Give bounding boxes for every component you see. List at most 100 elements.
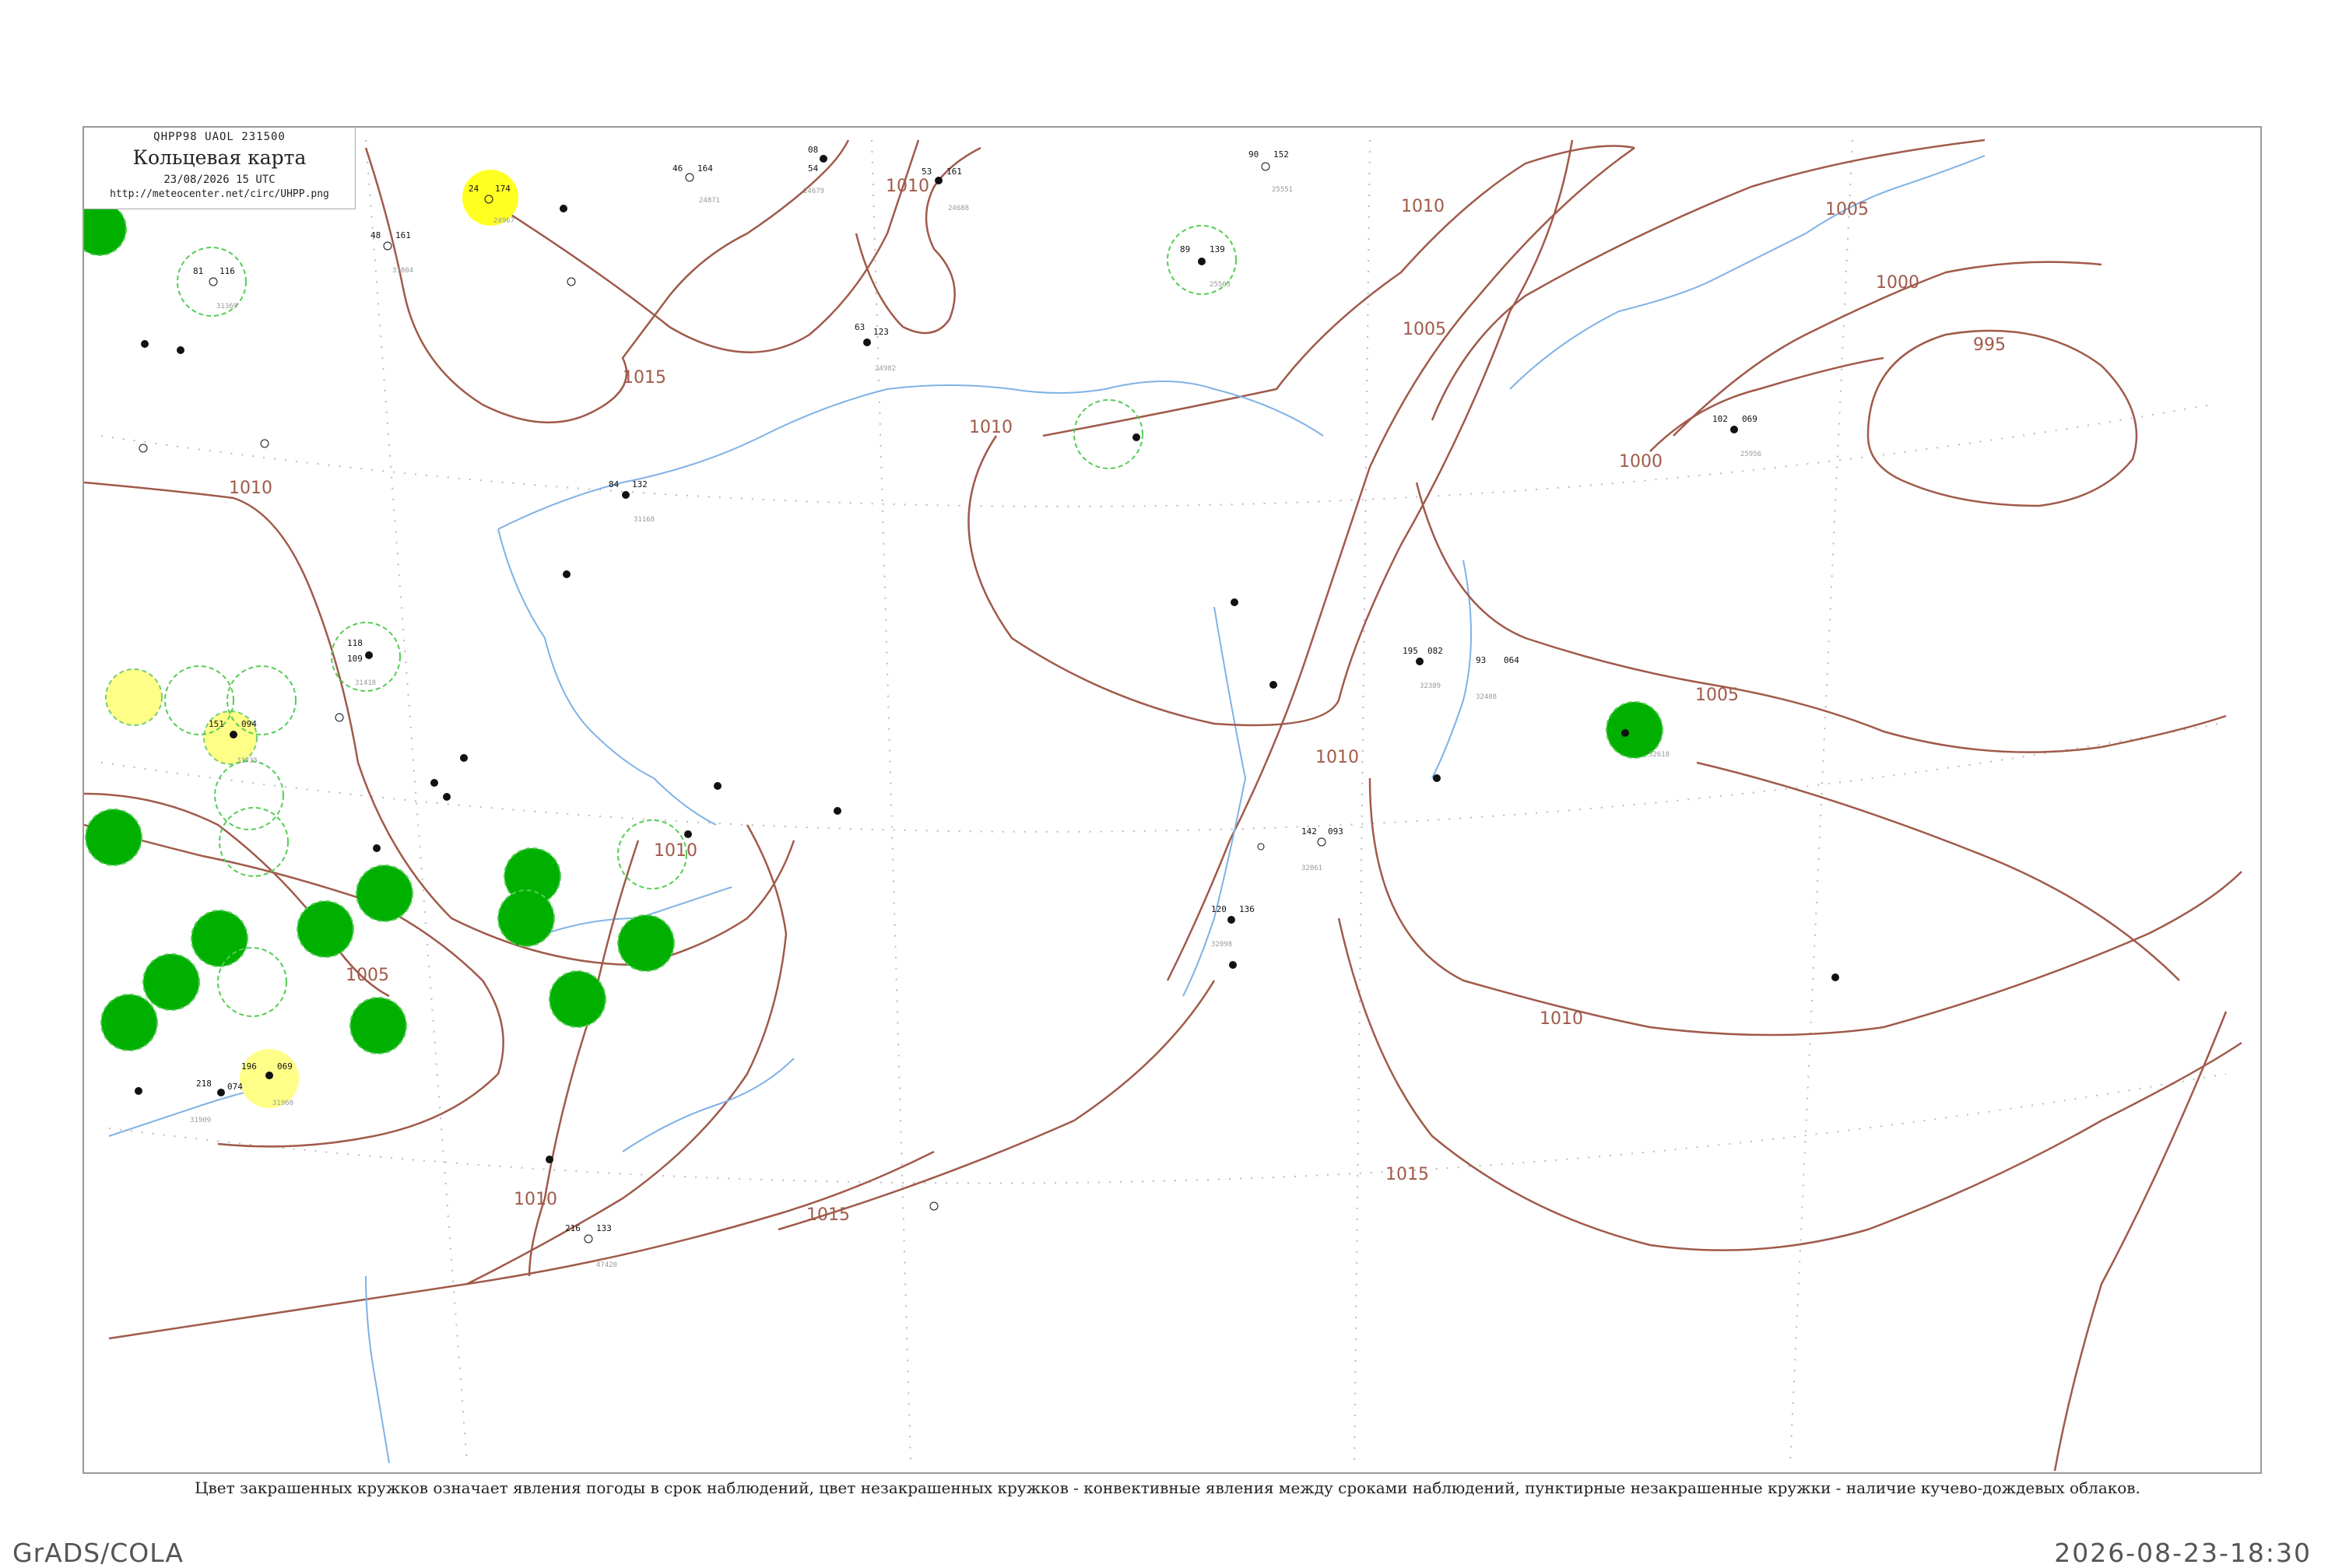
svg-text:31909: 31909: [190, 1117, 211, 1124]
isobar-label: 1005: [346, 966, 389, 985]
bulletin-code: QHPP98 UAOL 231500: [153, 131, 286, 143]
cb-ring: [219, 807, 289, 877]
svg-text:174: 174: [495, 184, 511, 194]
station-plot: 63 123 24982: [855, 322, 896, 373]
svg-text:109: 109: [347, 654, 363, 664]
svg-text:152: 152: [1273, 149, 1289, 160]
isobar-1015-north: [466, 139, 920, 353]
coastlines: [84, 139, 2228, 1472]
svg-text:31369: 31369: [216, 303, 237, 310]
isobar-1015-south: [1337, 917, 2242, 1251]
svg-text:81: 81: [193, 266, 203, 276]
cb-ring: [226, 665, 297, 735]
svg-text:89: 89: [1180, 244, 1190, 254]
svg-text:064: 064: [1504, 655, 1519, 665]
isobar-label: 1015: [806, 1205, 850, 1225]
svg-text:32408: 32408: [1476, 693, 1497, 701]
station-plot: 118 109 31418: [347, 638, 376, 687]
station-plot: 08 54 24679: [803, 145, 827, 195]
svg-text:24967: 24967: [493, 217, 514, 225]
svg-text:24: 24: [469, 184, 479, 194]
cb-ring: [214, 760, 284, 830]
isobar-labels: 1015 1010 1010 1010 1005 1005 1000 995 1…: [229, 177, 2006, 1225]
svg-text:31168: 31168: [634, 516, 655, 524]
river-2: [497, 528, 717, 826]
green-phenomenon-marker: [497, 889, 555, 947]
river-9: [622, 1058, 795, 1152]
isobar-label: 1010: [1401, 197, 1445, 216]
svg-text:196: 196: [241, 1061, 257, 1072]
isobar-995: [1866, 329, 2138, 507]
river-3: [1182, 606, 1247, 997]
green-phenomenon-marker: [617, 914, 675, 972]
svg-text:24871: 24871: [699, 197, 720, 205]
station-plot: 93 064 32408: [1476, 655, 1519, 701]
coast-okhotsk: [1042, 145, 1635, 437]
svg-text:133: 133: [596, 1223, 612, 1233]
station-plot: 218 074 31909: [190, 1079, 243, 1124]
isobar-label: 1010: [514, 1190, 557, 1209]
green-phenomenon-marker: [297, 900, 354, 958]
cb-ring: [217, 947, 287, 1017]
isobar-label: 1010: [1315, 748, 1359, 767]
svg-text:25956: 25956: [1740, 451, 1761, 458]
coast-pacific: [1696, 761, 2180, 981]
isobar-label: 1000: [1619, 452, 1663, 472]
green-phenomenon-marker: [356, 865, 413, 922]
isobar-label: 1010: [654, 841, 697, 861]
svg-text:25563: 25563: [1210, 281, 1231, 289]
software-credit: GrADS/COLA: [12, 1538, 184, 1568]
river-main: [497, 381, 1324, 530]
map-title-box: QHPP98 UAOL 231500 Кольцевая карта 23/08…: [84, 128, 356, 209]
svg-text:63: 63: [855, 322, 865, 332]
isobar-label: 1010: [229, 479, 272, 498]
station-plot: 195 082 32389: [1403, 646, 1443, 690]
svg-text:069: 069: [1742, 414, 1757, 424]
svg-text:132: 132: [632, 479, 648, 489]
station-plot: 90 152 25551: [1248, 149, 1293, 194]
svg-text:069: 069: [277, 1061, 293, 1072]
station-plot: 46 164 24871: [672, 163, 720, 205]
light-yellow-phenomenon-marker: [105, 668, 163, 726]
svg-text:25551: 25551: [1272, 186, 1293, 194]
isobar-label: 1010: [1540, 1009, 1583, 1029]
svg-text:102: 102: [1712, 414, 1728, 424]
cb-ring: [1073, 399, 1143, 469]
svg-text:46: 46: [672, 163, 683, 174]
station-plot: 89 139 25563: [1180, 244, 1231, 289]
coast-south: [108, 1150, 935, 1340]
isobar-1010-south: [1368, 777, 2242, 1037]
isobar-label: 1005: [1695, 686, 1739, 705]
svg-text:53: 53: [922, 167, 932, 177]
svg-text:31960: 31960: [272, 1100, 293, 1107]
svg-text:48: 48: [370, 230, 381, 240]
svg-text:161: 161: [395, 230, 411, 240]
svg-text:32618: 32618: [1649, 751, 1670, 759]
svg-text:123: 123: [873, 327, 889, 337]
svg-text:139: 139: [1210, 244, 1225, 254]
green-phenomenon-marker: [84, 202, 127, 256]
svg-text:142: 142: [1301, 826, 1317, 837]
page-title: Кольцевая карта: [132, 146, 307, 169]
svg-text:216: 216: [565, 1223, 581, 1233]
svg-text:118: 118: [347, 638, 363, 648]
green-phenomenon-marker: [191, 910, 248, 967]
svg-text:151: 151: [209, 719, 224, 729]
svg-text:195: 195: [1403, 646, 1418, 656]
render-timestamp: 2026-08-23-18:30: [2054, 1538, 2312, 1568]
station-plot: 120 136 32098: [1211, 904, 1255, 949]
svg-text:90: 90: [1248, 149, 1259, 160]
svg-text:164: 164: [697, 163, 713, 174]
isobar-label: 1005: [1403, 320, 1446, 339]
svg-text:08: 08: [808, 145, 818, 155]
station-plot: 84 132 31168: [609, 479, 655, 524]
isobar-1010-west: [84, 481, 795, 966]
svg-text:094: 094: [241, 719, 257, 729]
river-8: [365, 1275, 390, 1464]
map-datetime: 23/08/2026 15 UTC: [163, 174, 276, 186]
svg-text:120: 120: [1211, 904, 1227, 914]
station-plots: 08 54 24679 53 161 24688 46 164 24871 24 174…: [190, 145, 1761, 1269]
svg-text:116: 116: [219, 266, 235, 276]
green-phenomenon-marker: [85, 809, 142, 866]
svg-text:54: 54: [808, 163, 819, 174]
